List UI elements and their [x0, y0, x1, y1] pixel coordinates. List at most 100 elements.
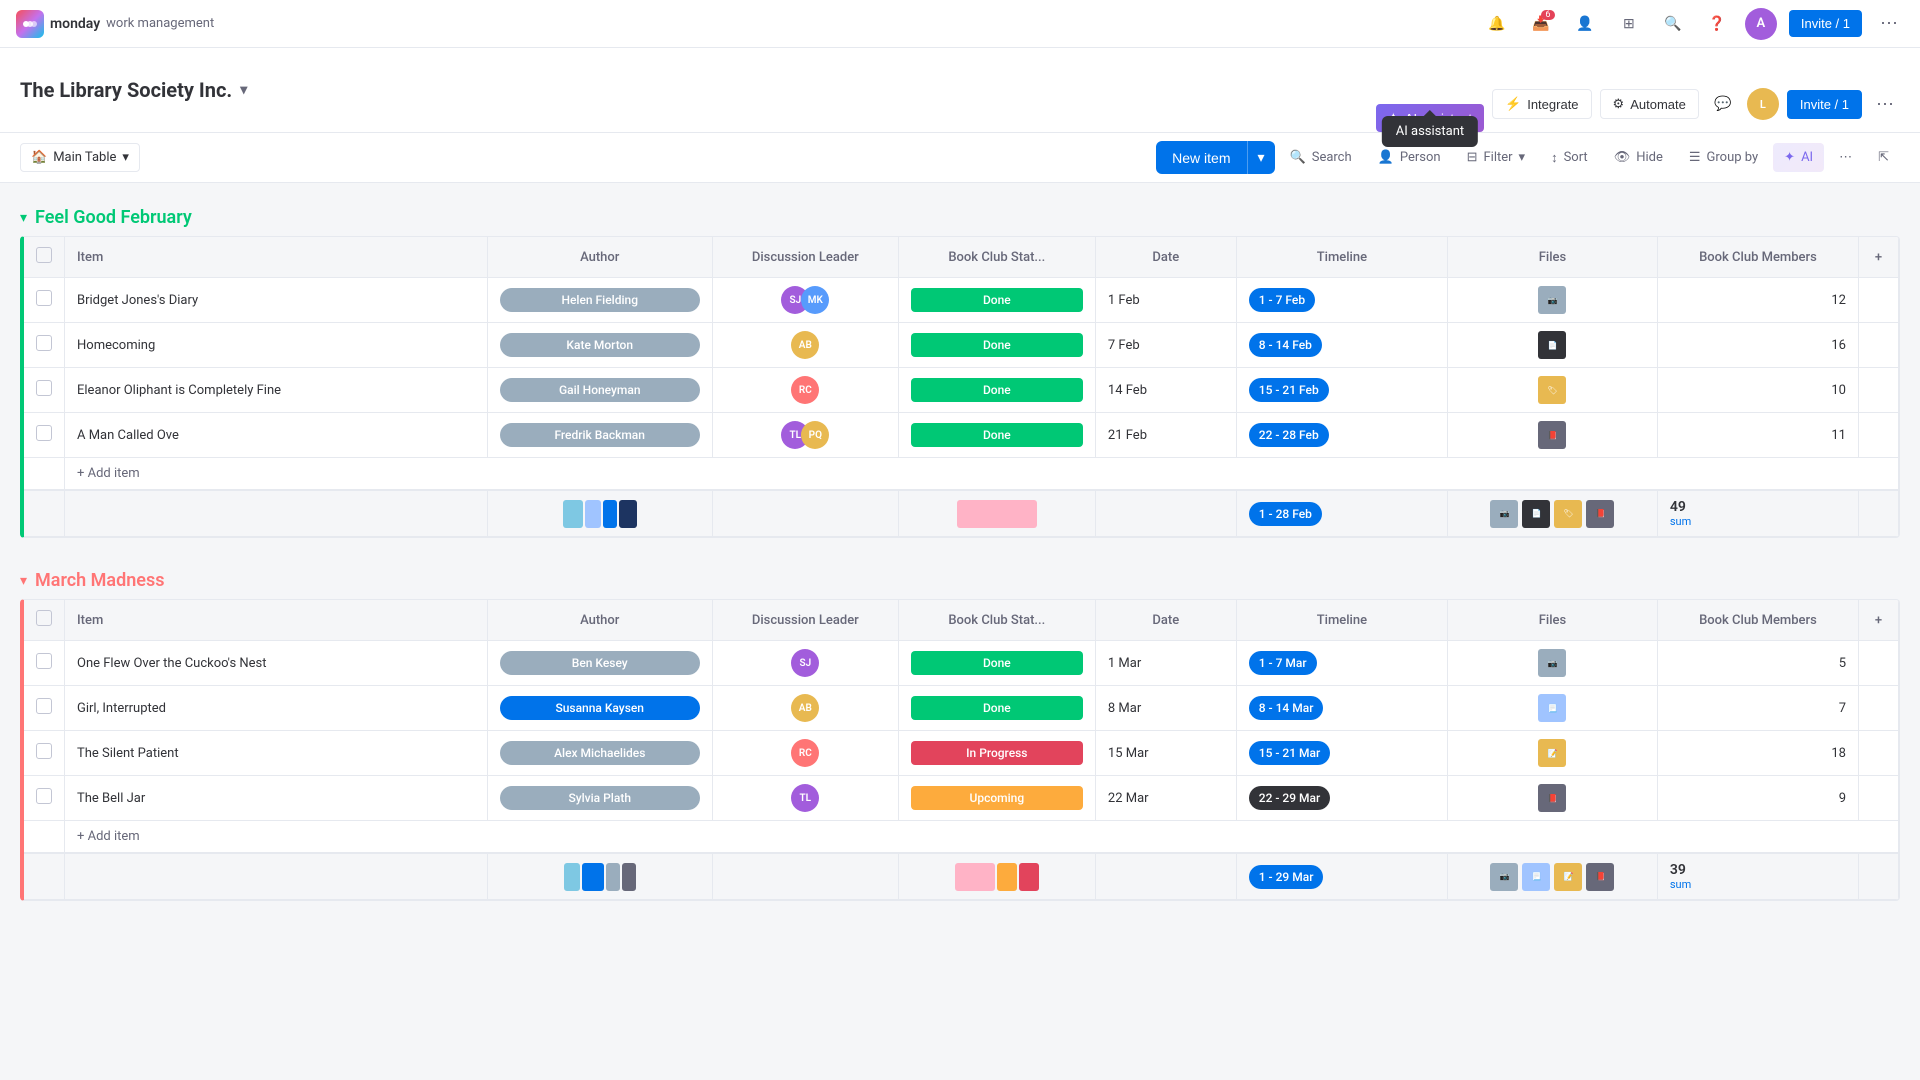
group-march-madness-header[interactable]: ▾ March Madness — [20, 562, 1900, 599]
row-discussion-leader-cell: TL PQ — [712, 413, 898, 458]
row-files-cell: 📄 — [1448, 323, 1658, 368]
collapse-toolbar-button[interactable]: ⇱ — [1867, 143, 1900, 172]
summary-author-col-mar — [487, 853, 712, 900]
row-1-author-badge-feb: Helen Fielding — [500, 288, 700, 312]
row-checkbox — [24, 278, 65, 323]
col-header-timeline-mar: Timeline — [1236, 600, 1447, 641]
row-1-status-mar: Done — [911, 651, 1083, 675]
col-header-members-mar: Book Club Members — [1657, 600, 1858, 641]
row-1-file-thumb-feb: 📷 — [1538, 286, 1566, 314]
group-feel-good-february-header[interactable]: ▾ Feel Good February — [20, 199, 1900, 236]
top-navigation: monday work management 🔔 📥 6 👤 ⊞ 🔍 ❓ A I… — [0, 0, 1920, 48]
activity-icon[interactable]: 💬 — [1707, 88, 1739, 120]
row-3-name-feb: Eleanor Oliphant is Completely Fine — [77, 383, 281, 398]
apps-icon[interactable]: ⊞ — [1613, 8, 1645, 40]
new-item-dropdown-icon[interactable]: ▾ — [1247, 141, 1275, 174]
search-nav-icon[interactable]: 🔍 — [1657, 8, 1689, 40]
sort-button[interactable]: ↕ Sort — [1540, 143, 1599, 173]
row-files-cell: 📃 — [1448, 686, 1658, 731]
row-4-checkbox-feb[interactable] — [36, 425, 52, 441]
search-button[interactable]: 🔍 Search — [1279, 143, 1363, 172]
row-2-timeline-feb: 8 - 14 Feb — [1249, 333, 1322, 357]
notifications-icon[interactable]: 🔔 — [1481, 8, 1513, 40]
col-header-date-feb: Date — [1095, 237, 1236, 278]
row-3-checkbox-mar[interactable] — [36, 743, 52, 759]
user-avatar-icon[interactable]: A — [1745, 8, 1777, 40]
row-3-checkbox-feb[interactable] — [36, 380, 52, 396]
row-3-file-thumb-mar: 📝 — [1538, 739, 1566, 767]
person-filter-button[interactable]: 👤 Person — [1367, 143, 1452, 172]
row-extra-col — [1859, 278, 1899, 323]
board-header: The Library Society Inc. ▾ AI assistant … — [0, 48, 1920, 133]
row-1-checkbox-feb[interactable] — [36, 290, 52, 306]
row-discussion-leader-cell: SJ MK — [712, 278, 898, 323]
row-status-cell: In Progress — [898, 731, 1095, 776]
sum-file-1-feb: 📷 — [1490, 500, 1518, 528]
select-all-checkbox-mar[interactable] — [36, 610, 52, 626]
hide-button[interactable]: 👁 Hide — [1603, 143, 1674, 172]
add-item-label-mar[interactable]: + Add item — [65, 821, 1899, 854]
add-item-row-feb[interactable]: + Add item — [24, 458, 1899, 491]
sum-file-3-feb: 🏷 — [1554, 500, 1582, 528]
board-title[interactable]: The Library Society Inc. ▾ — [20, 78, 247, 102]
invite-board-button[interactable]: Invite / 1 — [1787, 90, 1862, 119]
invite-people-icon[interactable]: 👤 — [1569, 8, 1601, 40]
row-1-leader-avatar-2-feb: MK — [801, 286, 829, 314]
summary-row-mar: 1 - 29 Mar 📷 📃 📝 📕 39 — [24, 853, 1899, 900]
sum-file-4-mar: 📕 — [1586, 863, 1614, 891]
row-2-checkbox-mar[interactable] — [36, 698, 52, 714]
row-item-name: A Man Called Ove ⊕ — [65, 413, 488, 458]
table-selector[interactable]: 🏠 Main Table ▾ — [20, 143, 140, 172]
row-status-cell: Done — [898, 368, 1095, 413]
select-all-checkbox-feb[interactable] — [36, 247, 52, 263]
row-2-author-badge-feb: Kate Morton — [500, 333, 700, 357]
help-icon[interactable]: ❓ — [1701, 8, 1733, 40]
col-header-author-mar: Author — [487, 600, 712, 641]
new-item-button[interactable]: New item ▾ — [1156, 141, 1274, 174]
row-files-cell: 📷 — [1448, 641, 1658, 686]
board-header-more-button[interactable]: ⋯ — [1870, 90, 1900, 119]
invite-button[interactable]: Invite / 1 — [1789, 10, 1862, 37]
person-label: Person — [1400, 150, 1441, 165]
row-3-name-mar: The Silent Patient — [77, 746, 179, 761]
row-1-checkbox-mar[interactable] — [36, 653, 52, 669]
ai-toolbar-button[interactable]: ✦ AI — [1773, 143, 1824, 172]
row-item-name: The Silent Patient ⊕ — [65, 731, 488, 776]
row-item-name: Girl, Interrupted ⊕ — [65, 686, 488, 731]
integrate-button[interactable]: ⚡ Integrate — [1492, 89, 1592, 119]
inbox-icon[interactable]: 📥 6 — [1525, 8, 1557, 40]
board-owner-avatar[interactable]: L — [1747, 88, 1779, 120]
col-header-checkbox-mar — [24, 600, 65, 641]
add-item-row-mar[interactable]: + Add item — [24, 821, 1899, 854]
summary-checkbox-mar — [24, 853, 65, 900]
group-by-label: Group by — [1707, 150, 1759, 165]
row-4-checkbox-mar[interactable] — [36, 788, 52, 804]
sort-label: Sort — [1564, 150, 1588, 165]
row-timeline-cell: 1 - 7 Mar — [1236, 641, 1447, 686]
add-item-label-feb[interactable]: + Add item — [65, 458, 1899, 491]
automate-button[interactable]: ⚙ Automate — [1600, 89, 1699, 119]
row-timeline-cell: 8 - 14 Feb — [1236, 323, 1447, 368]
row-members-cell: 12 — [1657, 278, 1858, 323]
row-date-cell: 14 Feb — [1095, 368, 1236, 413]
col-header-add-col-mar[interactable]: + — [1859, 600, 1899, 641]
filter-button[interactable]: ⊟ Filter ▾ — [1456, 143, 1537, 172]
hide-label: Hide — [1636, 150, 1663, 165]
row-extra-col — [1859, 776, 1899, 821]
row-item-name: One Flew Over the Cuckoo's Nest ⊕ — [65, 641, 488, 686]
user-avatar[interactable]: A — [1745, 8, 1777, 40]
row-item-name: Bridget Jones's Diary ⊕ — [65, 278, 488, 323]
col-header-add-col-feb[interactable]: + — [1859, 237, 1899, 278]
row-timeline-cell: 22 - 28 Feb — [1236, 413, 1447, 458]
top-nav-more-button[interactable]: ⋯ — [1874, 9, 1904, 38]
row-3-author-badge-feb: Gail Honeyman — [500, 378, 700, 402]
row-status-cell: Done — [898, 278, 1095, 323]
summary-timeline-badge-mar: 1 - 29 Mar — [1249, 865, 1324, 889]
more-toolbar-button[interactable]: ⋯ — [1828, 143, 1863, 172]
row-members-cell: 5 — [1657, 641, 1858, 686]
row-discussion-leader-cell: RC — [712, 368, 898, 413]
col-header-item-mar: Item — [65, 600, 488, 641]
group-by-button[interactable]: ☰ Group by — [1678, 143, 1769, 172]
table-row: Bridget Jones's Diary ⊕ Helen Fielding S… — [24, 278, 1899, 323]
row-2-checkbox-feb[interactable] — [36, 335, 52, 351]
